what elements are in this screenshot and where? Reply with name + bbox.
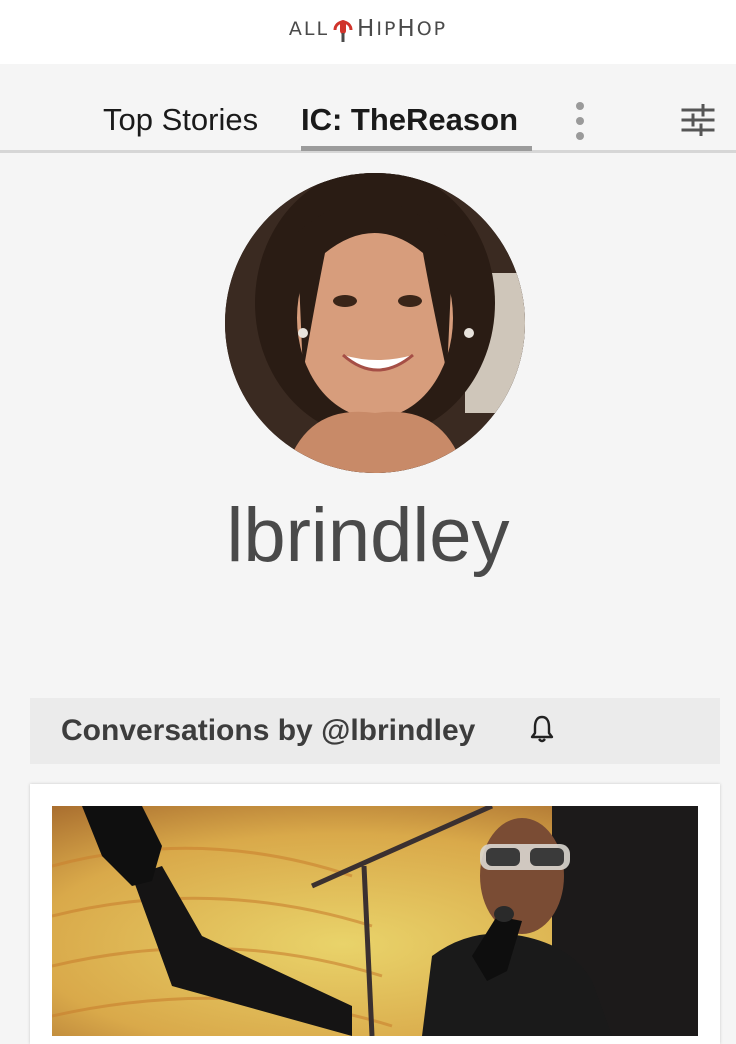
active-tab-indicator bbox=[301, 146, 532, 151]
concert-photo bbox=[52, 806, 698, 1036]
logo-text-ip: IP bbox=[376, 18, 398, 40]
logo-text-h2: H bbox=[397, 16, 417, 42]
bell-icon[interactable] bbox=[530, 715, 554, 743]
conversations-header: Conversations by @lbrindley bbox=[30, 698, 720, 764]
logo-text-all: ALL bbox=[288, 18, 330, 40]
tab-bar: Top Stories IC: TheReason bbox=[0, 64, 736, 154]
tab-ic-thereason[interactable]: IC: TheReason bbox=[301, 102, 518, 138]
avatar bbox=[225, 173, 525, 473]
more-vertical-icon[interactable] bbox=[572, 102, 588, 140]
tab-top-stories[interactable]: Top Stories bbox=[103, 102, 258, 138]
allhiphop-logo[interactable]: ALL H IP H OP bbox=[0, 14, 736, 44]
logo-text-op: OP bbox=[416, 18, 448, 40]
conversations-title: Conversations by @lbrindley bbox=[61, 714, 476, 747]
conversation-card-image[interactable] bbox=[52, 806, 698, 1036]
conversation-card[interactable] bbox=[30, 784, 720, 1044]
avatar-photo bbox=[225, 173, 525, 473]
microphone-icon bbox=[333, 20, 353, 42]
logo-text-h: H bbox=[357, 16, 377, 42]
top-header: ALL H IP H OP bbox=[0, 0, 736, 64]
profile-username: lbrindley bbox=[226, 493, 510, 578]
sliders-icon[interactable] bbox=[681, 104, 715, 136]
